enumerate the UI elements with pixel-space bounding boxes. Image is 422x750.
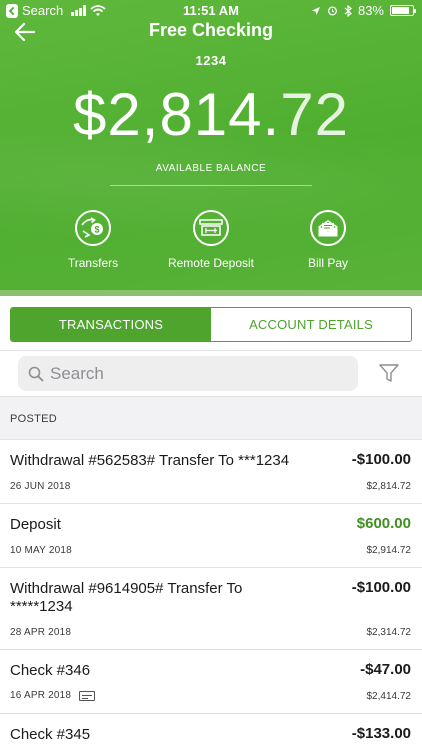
transaction-date: 10 MAY 2018	[10, 545, 72, 556]
view-switcher: TRANSACTIONS ACCOUNT DETAILS	[10, 307, 412, 342]
search-input[interactable]	[50, 363, 340, 384]
tab-transactions[interactable]: TRANSACTIONS	[11, 308, 211, 341]
running-balance: $2,914.72	[366, 545, 412, 556]
balance-dollars: $2,814.	[73, 81, 281, 148]
transaction-description: Check #346	[10, 662, 91, 679]
transaction-amount: -$47.00	[360, 661, 411, 678]
quick-actions: $ Transfers Remote Deposit Bill Pay	[0, 210, 422, 276]
transaction-row[interactable]: Check #346 -$47.00 16 APR 2018 $2,414.72	[0, 650, 422, 714]
check-deposit-icon	[193, 210, 229, 246]
svg-text:$: $	[94, 225, 99, 235]
account-header: Search 11:51 AM 83% Free Checking 1234 $…	[0, 0, 422, 296]
transaction-row[interactable]: Withdrawal #562583# Transfer To ***1234 …	[0, 440, 422, 504]
transaction-description: Deposit	[10, 516, 61, 533]
running-balance: $2,414.72	[366, 691, 412, 702]
transaction-row[interactable]: Withdrawal #9614905# Transfer To *****12…	[0, 568, 422, 650]
transaction-description: Check #345	[10, 726, 91, 743]
divider	[110, 185, 312, 186]
balance-cents: 72	[280, 81, 349, 148]
transaction-row[interactable]: Check #345 -$133.00	[0, 714, 422, 750]
transaction-amount: $600.00	[356, 515, 411, 532]
status-right: 83%	[311, 3, 416, 18]
filter-icon[interactable]	[378, 362, 400, 384]
date-text: 10 MAY 2018	[10, 545, 72, 556]
transaction-date: 28 APR 2018	[10, 627, 71, 638]
transfers-button[interactable]: $ Transfers	[38, 210, 148, 270]
date-text: 16 APR 2018	[10, 690, 72, 701]
date-text: 28 APR 2018	[10, 627, 72, 638]
transfers-label: Transfers	[67, 256, 119, 270]
page-title: Free Checking	[148, 20, 274, 40]
status-bar: Search 11:51 AM 83%	[0, 0, 422, 22]
section-header-posted: POSTED	[0, 396, 422, 440]
divider	[0, 350, 422, 351]
remote-deposit-button[interactable]: Remote Deposit	[156, 210, 266, 270]
bluetooth-icon	[344, 4, 352, 17]
transaction-amount: -$100.00	[351, 579, 411, 596]
transaction-amount: -$133.00	[351, 725, 411, 742]
transaction-date: 16 APR 2018	[10, 690, 96, 701]
transaction-row[interactable]: Deposit $600.00 10 MAY 2018 $2,914.72	[0, 504, 422, 568]
transfer-icon: $	[75, 210, 111, 246]
transaction-description: Withdrawal #562583# Transfer To ***1234	[10, 452, 290, 469]
running-balance: $2,814.72	[366, 481, 412, 492]
transaction-amount: -$100.00	[351, 451, 411, 468]
available-balance: $2,814.72	[0, 80, 422, 149]
location-icon	[311, 6, 320, 15]
search-icon	[28, 366, 44, 381]
alarm-icon	[327, 6, 337, 16]
date-text: 26 JUN 2018	[10, 481, 71, 492]
transaction-date: 26 JUN 2018	[10, 481, 71, 492]
search-bar	[18, 356, 358, 391]
battery-percentage: 83%	[357, 3, 384, 18]
remote-deposit-label: Remote Deposit	[167, 256, 255, 270]
available-balance-label: AVAILABLE BALANCE	[155, 163, 267, 174]
transaction-description: Withdrawal #9614905# Transfer To *****12…	[10, 580, 243, 615]
bill-pay-label: Bill Pay	[307, 256, 348, 270]
envelope-icon	[310, 210, 346, 246]
check-image-icon[interactable]	[79, 690, 96, 701]
running-balance: $2,314.72	[366, 627, 412, 638]
bill-pay-button[interactable]: Bill Pay	[273, 210, 383, 270]
section-title: POSTED	[10, 413, 58, 425]
tab-account-details[interactable]: ACCOUNT DETAILS	[211, 308, 411, 341]
account-number: 1234	[195, 53, 227, 68]
battery-icon	[390, 5, 416, 16]
